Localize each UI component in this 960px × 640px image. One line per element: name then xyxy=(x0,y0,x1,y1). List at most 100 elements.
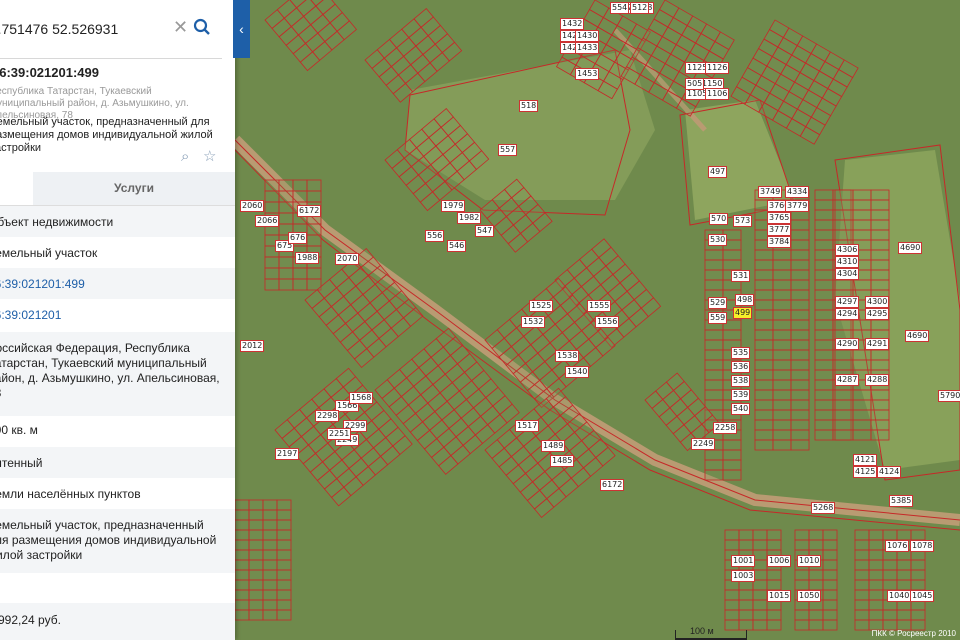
parcel-label[interactable]: 1045 xyxy=(910,590,935,602)
parcel-label[interactable]: 3779 xyxy=(785,200,810,212)
parcel-label[interactable]: 1485 xyxy=(550,455,575,467)
search-input[interactable] xyxy=(0,15,154,43)
parcel-label[interactable]: 1001 xyxy=(731,555,756,567)
parcel-label[interactable]: 4287 xyxy=(835,374,860,386)
parcel-label[interactable]: 1556 xyxy=(595,316,620,328)
parcel-label[interactable]: 536 xyxy=(731,361,751,373)
selected-parcel-label[interactable]: 499 xyxy=(733,307,753,319)
parcel-label[interactable]: 5790 xyxy=(938,390,960,402)
parcel-label[interactable]: 4310 xyxy=(835,256,860,268)
parcel-label[interactable]: 531 xyxy=(731,270,751,282)
cadastral-map[interactable]: 1457145811491150142814291432143314301453… xyxy=(235,0,960,640)
parcel-label[interactable]: 1540 xyxy=(565,366,590,378)
parcel-label[interactable]: 4690 xyxy=(905,330,930,342)
parcel-label[interactable]: 2012 xyxy=(240,340,265,352)
parcel-label[interactable]: 1050 xyxy=(797,590,822,602)
parcel-label[interactable]: 4306 xyxy=(835,244,860,256)
parcel-label[interactable]: 505 xyxy=(685,78,705,90)
parcel-label[interactable]: 546 xyxy=(447,240,467,252)
zoom-to-icon[interactable]: ⌕ xyxy=(181,148,199,166)
parcel-label[interactable]: 512 xyxy=(630,2,650,14)
parcel-label[interactable]: 4300 xyxy=(865,296,890,308)
parcel-label[interactable]: 1982 xyxy=(457,212,482,224)
tab-services[interactable]: Услуги xyxy=(33,172,235,205)
parcel-label[interactable]: 4294 xyxy=(835,308,860,320)
parcel-label[interactable]: 1979 xyxy=(441,200,466,212)
parcel-label[interactable]: 498 xyxy=(735,294,755,306)
parcel-label[interactable]: 3749 xyxy=(758,186,783,198)
parcel-label[interactable]: 538 xyxy=(731,375,751,387)
parcel-label[interactable]: 518 xyxy=(519,100,539,112)
parcel-label[interactable]: 1078 xyxy=(910,540,935,552)
parcel-label[interactable]: 1453 xyxy=(575,68,600,80)
parcel-label[interactable]: 570 xyxy=(709,213,729,225)
parcel-label[interactable]: 1010 xyxy=(797,555,822,567)
parcel-label[interactable]: 1006 xyxy=(767,555,792,567)
parcel-label[interactable]: 1988 xyxy=(295,252,320,264)
parcel-label[interactable]: 4291 xyxy=(865,338,890,350)
parcel-label[interactable]: 556 xyxy=(425,230,445,242)
close-icon[interactable]: ✕ xyxy=(173,17,188,38)
parcel-label[interactable]: 4297 xyxy=(835,296,860,308)
tab-info[interactable] xyxy=(0,172,33,205)
parcel-label[interactable]: 540 xyxy=(731,403,751,415)
parcel-label[interactable]: 557 xyxy=(498,144,518,156)
parcel-label[interactable]: 2249 xyxy=(691,438,716,450)
parcel-label[interactable]: 2070 xyxy=(335,253,360,265)
parcel-label[interactable]: 554 xyxy=(610,2,630,14)
parcel-label[interactable]: 6172 xyxy=(600,479,625,491)
parcel-label[interactable]: 1432 xyxy=(560,18,585,30)
parcel-label[interactable]: 547 xyxy=(475,225,495,237)
parcel-label[interactable]: 559 xyxy=(708,312,728,324)
parcel-label[interactable]: 1525 xyxy=(529,300,554,312)
parcel-label[interactable]: 3765 xyxy=(767,212,792,224)
parcel-label[interactable]: 1433 xyxy=(575,42,600,54)
cadastral-number-link[interactable]: 16:39:021201:499 xyxy=(0,277,223,292)
parcel-label[interactable]: 535 xyxy=(731,347,751,359)
parcel-label[interactable]: 4125 xyxy=(853,466,878,478)
cadastral-quarter-link[interactable]: 16:39:021201 xyxy=(0,308,223,323)
parcel-label[interactable]: 539 xyxy=(731,389,751,401)
parcel-label[interactable]: 2258 xyxy=(713,422,738,434)
parcel-label[interactable]: 5268 xyxy=(811,502,836,514)
collapse-panel-button[interactable]: ‹ xyxy=(233,0,250,58)
parcel-label[interactable]: 676 xyxy=(288,232,308,244)
parcel-label[interactable]: 3784 xyxy=(767,236,792,248)
parcel-label[interactable]: 1555 xyxy=(587,300,612,312)
parcel-label[interactable]: 4295 xyxy=(865,308,890,320)
parcel-label[interactable]: 2298 xyxy=(315,410,340,422)
info-row-address: Российская Федерация, Республика Татарст… xyxy=(0,332,235,416)
parcel-label[interactable]: 4690 xyxy=(898,242,923,254)
parcel-label[interactable]: 497 xyxy=(708,166,728,178)
parcel-label[interactable]: 1489 xyxy=(541,440,566,452)
parcel-label[interactable]: 529 xyxy=(708,297,728,309)
parcel-label[interactable]: 1126 xyxy=(705,62,730,74)
parcel-label[interactable]: 4121 xyxy=(853,454,878,466)
parcel-label[interactable]: 1538 xyxy=(555,350,580,362)
parcel-label[interactable]: 1568 xyxy=(349,392,374,404)
parcel-label[interactable]: 4290 xyxy=(835,338,860,350)
parcel-label[interactable]: 1076 xyxy=(885,540,910,552)
parcel-label[interactable]: 1430 xyxy=(575,30,600,42)
search-icon[interactable] xyxy=(193,18,211,36)
star-icon[interactable]: ☆ xyxy=(203,147,221,165)
parcel-label[interactable]: 530 xyxy=(708,234,728,246)
parcel-label[interactable]: 1517 xyxy=(515,420,540,432)
parcel-label[interactable]: 2197 xyxy=(275,448,300,460)
parcel-label[interactable]: 6172 xyxy=(297,205,322,217)
parcel-label[interactable]: 1015 xyxy=(767,590,792,602)
parcel-label[interactable]: 3777 xyxy=(767,224,792,236)
parcel-label[interactable]: 573 xyxy=(733,215,753,227)
parcel-label[interactable]: 2060 xyxy=(240,200,265,212)
parcel-label[interactable]: 4334 xyxy=(785,186,810,198)
parcel-label[interactable]: 1106 xyxy=(705,88,730,100)
parcel-label[interactable]: 4124 xyxy=(877,466,902,478)
parcel-label[interactable]: 1532 xyxy=(521,316,546,328)
parcel-label[interactable]: 4288 xyxy=(865,374,890,386)
parcel-label[interactable]: 4304 xyxy=(835,268,860,280)
parcel-label[interactable]: 2251 xyxy=(327,428,352,440)
parcel-label[interactable]: 5385 xyxy=(889,495,914,507)
parcel-label[interactable]: 2066 xyxy=(255,215,280,227)
parcel-label[interactable]: 1003 xyxy=(731,570,756,582)
parcel-label[interactable]: 1040 xyxy=(887,590,912,602)
